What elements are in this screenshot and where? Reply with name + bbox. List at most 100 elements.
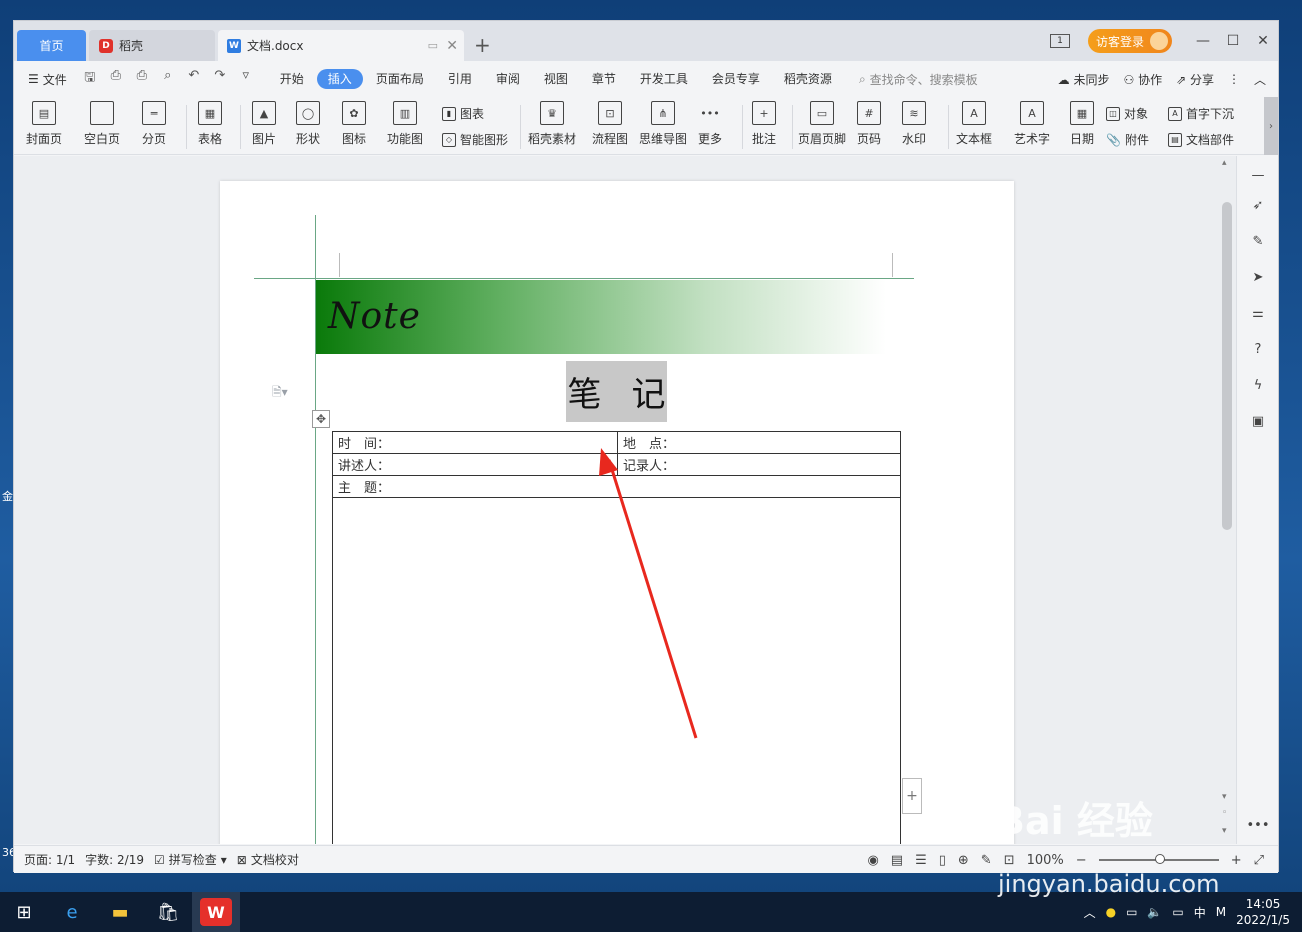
table-button[interactable]: ▦ 表格 xyxy=(198,101,222,147)
icons-button[interactable]: ✿ 图标 xyxy=(342,101,366,147)
explorer-button[interactable]: ▬ xyxy=(96,892,144,932)
zoom-level[interactable]: 100% xyxy=(1027,853,1064,868)
window-layout-icon[interactable]: 1 xyxy=(1049,34,1070,48)
header-footer-button[interactable]: ▭ 页眉页脚 xyxy=(798,101,846,147)
fullscreen-icon[interactable]: ⤢ xyxy=(1254,853,1264,868)
visitor-login-button[interactable]: 访客登录 xyxy=(1087,29,1172,53)
picture-button[interactable]: ▲ 图片 xyxy=(252,101,276,147)
tab-insert[interactable]: 插入 xyxy=(316,69,363,89)
maximize-icon[interactable]: ☐ xyxy=(1218,33,1248,49)
redo-icon[interactable]: ↷ xyxy=(211,68,229,90)
settings-slider-icon[interactable]: ⚌ xyxy=(1249,304,1267,322)
watermark-button[interactable]: ≋ 水印 xyxy=(902,101,926,147)
scroll-up-icon[interactable]: ▴ xyxy=(1222,158,1227,168)
tab-view[interactable]: 视图 xyxy=(533,69,579,89)
tab-document[interactable]: W 文档.docx ▭ ✕ xyxy=(218,30,464,61)
tab-daoke-resources[interactable]: 稻壳资源 xyxy=(773,69,843,89)
collapse-ribbon-icon[interactable]: ︿ xyxy=(1254,71,1266,88)
tab-references[interactable]: 引用 xyxy=(437,69,483,89)
wps-taskbar-button[interactable]: W xyxy=(192,892,240,932)
page-break-button[interactable]: ═ 分页 xyxy=(142,101,166,147)
save-icon[interactable]: 🖫 xyxy=(81,68,99,90)
tab-daoke[interactable]: D 稻壳 xyxy=(89,30,215,61)
page-number-button[interactable]: # 页码 xyxy=(857,101,881,147)
edge-button[interactable]: e xyxy=(48,892,96,932)
tab-float-icon[interactable]: ▭ xyxy=(428,39,438,52)
wordart-button[interactable]: A 艺术字 xyxy=(1014,101,1050,147)
cursor-icon[interactable]: ➤ xyxy=(1249,268,1267,286)
export-pdf-icon[interactable]: ⎙ xyxy=(107,68,125,90)
command-search[interactable]: ⌕ 查找命令、搜索模板 xyxy=(859,71,978,88)
tab-page-layout[interactable]: 页面布局 xyxy=(365,69,435,89)
daoke-material-button[interactable]: ♛ 稻壳素材 xyxy=(528,101,576,147)
undo-icon[interactable]: ↶ xyxy=(185,68,203,90)
vertical-scrollbar[interactable]: ▴ ▾ ◦ ▾ xyxy=(1218,156,1236,844)
tab-review[interactable]: 审阅 xyxy=(485,69,531,89)
zoom-in-icon[interactable]: + xyxy=(1231,853,1242,868)
cover-page-button[interactable]: ▤ 封面页 xyxy=(26,101,62,147)
date-button[interactable]: ▦ 日期 xyxy=(1070,101,1094,147)
outline-view-icon[interactable]: ☰ xyxy=(915,853,927,868)
store-button[interactable]: 🛍 xyxy=(144,892,192,932)
collapse-panel-icon[interactable]: — xyxy=(1249,166,1267,184)
drop-cap-button[interactable]: A 首字下沉 xyxy=(1168,105,1234,122)
rocket-icon[interactable]: ➶ xyxy=(1249,196,1267,214)
scroll-down-icon[interactable]: ▾ xyxy=(1222,792,1227,802)
lightning-icon[interactable]: ϟ xyxy=(1249,376,1267,394)
smart-art-button[interactable]: ◇ 智能图形 xyxy=(442,131,508,148)
flowchart-button[interactable]: ⊡ 流程图 xyxy=(592,101,628,147)
ribbon-scroll-right-icon[interactable]: › xyxy=(1264,97,1278,155)
customize-dropdown-icon[interactable]: ▿ xyxy=(237,68,255,90)
backup-icon[interactable]: ▣ xyxy=(1249,412,1267,430)
function-map-button[interactable]: ▥ 功能图 xyxy=(387,101,423,147)
ime-mode-indicator[interactable]: M xyxy=(1216,905,1226,919)
chart-button[interactable]: ▮ 图表 xyxy=(442,105,484,122)
scroll-thumb[interactable] xyxy=(1222,202,1232,530)
object-button[interactable]: ◫ 对象 xyxy=(1106,105,1148,122)
shape-button[interactable]: ◯ 形状 xyxy=(296,101,320,147)
page-view-icon[interactable]: ▤ xyxy=(891,853,903,868)
pen-icon[interactable]: ✎ xyxy=(1249,232,1267,250)
panel-more-icon[interactable]: ••• xyxy=(1247,816,1270,834)
prev-page-icon[interactable]: ◦ xyxy=(1222,808,1227,818)
close-window-icon[interactable]: ✕ xyxy=(1248,33,1278,49)
tab-home[interactable]: 首页 xyxy=(17,30,86,61)
tab-chapter[interactable]: 章节 xyxy=(581,69,627,89)
share-button[interactable]: ⇗ 分享 xyxy=(1176,71,1214,88)
write-mode-icon[interactable]: ✎ xyxy=(981,853,992,868)
spellcheck-button[interactable]: ☑ 拼写检查 ▾ xyxy=(154,851,227,868)
proofread-button[interactable]: ⊠ 文档校对 xyxy=(237,851,299,868)
minimize-icon[interactable]: — xyxy=(1188,33,1218,49)
fit-page-icon[interactable]: ⊡ xyxy=(1004,853,1015,868)
zoom-slider[interactable] xyxy=(1098,854,1219,864)
tab-close-icon[interactable]: ✕ xyxy=(446,38,458,54)
new-tab-button[interactable]: + xyxy=(474,33,491,57)
more-menu-icon[interactable]: ⋮ xyxy=(1228,72,1240,86)
reading-view-icon[interactable]: ▯ xyxy=(939,853,946,868)
tab-start[interactable]: 开始 xyxy=(269,69,315,89)
tab-developer[interactable]: 开发工具 xyxy=(629,69,699,89)
sync-status-button[interactable]: ☁ 未同步 xyxy=(1058,71,1110,88)
print-icon[interactable]: ⎙ xyxy=(133,68,151,90)
clock[interactable]: 14:05 2022/1/5 xyxy=(1236,896,1290,928)
network-icon[interactable]: ▭ xyxy=(1126,905,1137,919)
comment-button[interactable]: + 批注 xyxy=(752,101,776,147)
web-view-icon[interactable]: ⊕ xyxy=(958,853,969,868)
more-button[interactable]: ••• 更多 xyxy=(698,101,722,147)
print-preview-icon[interactable]: ⌕ xyxy=(159,68,177,90)
zoom-out-icon[interactable]: − xyxy=(1076,853,1087,868)
notification-icon[interactable]: ▭ xyxy=(1172,905,1183,919)
help-icon[interactable]: ? xyxy=(1249,340,1267,358)
volume-icon[interactable]: 🔈 xyxy=(1147,905,1162,919)
tab-member[interactable]: 会员专享 xyxy=(701,69,771,89)
mindmap-button[interactable]: ⋔ 思维导图 xyxy=(639,101,687,147)
next-page-icon[interactable]: ▾ xyxy=(1222,826,1227,836)
tray-app-icon[interactable]: ● xyxy=(1106,905,1116,919)
doc-part-button[interactable]: ▤ 文档部件 xyxy=(1168,131,1234,148)
blank-page-button[interactable]: 空白页 xyxy=(84,101,120,147)
word-count[interactable]: 字数: 2/19 xyxy=(85,851,144,868)
file-menu-button[interactable]: ☰ 文件 xyxy=(28,71,67,88)
tray-expand-icon[interactable]: ︿ xyxy=(1084,904,1096,921)
ime-indicator[interactable]: 中 xyxy=(1194,904,1206,921)
eye-protection-icon[interactable]: ◉ xyxy=(867,853,878,868)
